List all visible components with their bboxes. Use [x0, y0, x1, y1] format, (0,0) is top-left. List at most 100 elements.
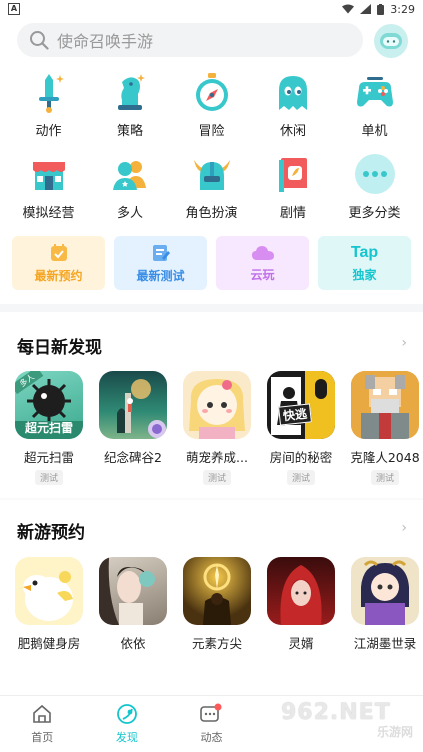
more-dots-icon — [353, 152, 397, 196]
quick-entry-cloud[interactable]: 云玩 — [216, 236, 309, 290]
status-time: 3:29 — [390, 2, 415, 16]
tab-label: 发现 — [115, 731, 138, 744]
game-card[interactable]: 萌宠养成... 测试 — [183, 371, 251, 485]
game-art — [183, 371, 251, 439]
game-art — [99, 557, 167, 625]
avatar[interactable] — [374, 24, 408, 58]
category-simulation[interactable]: 模拟经营 — [8, 152, 89, 234]
quick-entry-label: 最新测试 — [136, 268, 185, 283]
notification-a-icon: A — [8, 3, 20, 15]
category-multiplayer[interactable]: 多人 — [90, 152, 171, 234]
discover-icon — [116, 704, 137, 724]
search-row: 使命召唤手游 — [17, 22, 412, 58]
tab-home[interactable]: 首页 — [0, 696, 85, 752]
tap-logo-icon: Tap — [350, 243, 379, 261]
game-art — [267, 557, 335, 625]
sword-icon — [27, 70, 71, 114]
category-row: 模拟经营 多人 角色扮演 剧情 更多分类 — [8, 152, 415, 234]
category-label: 动作 — [35, 124, 62, 139]
game-card[interactable]: 元素方尖 — [183, 557, 251, 652]
wifi-icon — [342, 4, 355, 14]
category-label: 单机 — [361, 124, 388, 139]
quick-entry-exclusive[interactable]: Tap 独家 — [318, 236, 411, 290]
quick-entry-label: 最新预约 — [34, 268, 83, 283]
game-card[interactable]: 快逃 房间的秘密 测试 — [267, 371, 335, 485]
category-strategy[interactable]: 策略 — [90, 70, 171, 152]
game-art — [99, 371, 167, 439]
game-card[interactable]: 江湖墨世录 — [351, 557, 419, 652]
game-art — [183, 557, 251, 625]
search-icon — [30, 31, 49, 50]
game-name: 房间的秘密 — [269, 450, 333, 465]
game-card[interactable]: 多人 超元扫雷 超元扫雷 测试 — [15, 371, 83, 485]
quick-entry-test[interactable]: 最新测试 — [114, 236, 207, 290]
battery-icon — [377, 3, 385, 15]
category-adventure[interactable]: 冒险 — [171, 70, 252, 152]
category-label: 剧情 — [279, 206, 306, 221]
category-story[interactable]: 剧情 — [253, 152, 334, 234]
category-more[interactable]: 更多分类 — [334, 152, 415, 234]
reserve-game-list: 肥鹅健身房 依依 元素方尖 灵婿 江湖墨世录 — [15, 557, 423, 652]
signal-icon — [360, 4, 372, 14]
game-art — [15, 557, 83, 625]
game-name: 萌宠养成... — [186, 450, 248, 465]
game-name: 江湖墨世录 — [353, 636, 417, 651]
category-label: 休闲 — [279, 124, 306, 139]
watermark-sub: 乐游网 — [376, 725, 413, 739]
game-card[interactable]: 依依 — [99, 557, 167, 652]
ghost-icon — [271, 70, 315, 114]
category-label: 冒险 — [198, 124, 225, 139]
quick-entry-label: 云玩 — [250, 267, 275, 282]
chevron-right-icon[interactable]: › — [401, 520, 407, 536]
category-action[interactable]: 动作 — [8, 70, 89, 152]
chess-knight-icon — [108, 70, 152, 114]
game-art: 多人 超元扫雷 — [15, 371, 83, 439]
viking-helmet-icon — [190, 152, 234, 196]
game-name: 克隆人2048 — [350, 450, 420, 465]
game-tag: 测试 — [286, 470, 315, 485]
watermark-main: 962.NET — [281, 700, 391, 725]
category-grid: 动作 策略 冒险 休闲 单机 模拟经营 多人 角色扮演 剧情 更多分类 — [8, 70, 415, 234]
category-label: 策略 — [116, 124, 143, 139]
compass-icon — [190, 70, 234, 114]
game-card[interactable]: 肥鹅健身房 — [15, 557, 83, 652]
chevron-right-icon[interactable]: › — [401, 335, 407, 351]
section-divider — [0, 498, 423, 500]
status-right: 3:29 — [342, 3, 415, 16]
search-input[interactable]: 使命召唤手游 — [17, 23, 363, 57]
game-name: 依依 — [120, 636, 146, 651]
search-placeholder: 使命召唤手游 — [57, 32, 154, 51]
quick-entry-row: 最新预约 最新测试 云玩 Tap 独家 — [12, 236, 411, 290]
category-label: 更多分类 — [348, 206, 401, 221]
game-card[interactable]: 纪念碑谷2 — [99, 371, 167, 485]
category-rpg[interactable]: 角色扮演 — [171, 152, 252, 234]
section-divider — [0, 304, 423, 312]
daily-game-list: 多人 超元扫雷 超元扫雷 测试 纪念碑谷2 萌宠养成... 测试 快逃 房间的秘… — [15, 371, 423, 485]
game-card[interactable]: 克隆人2048 测试 — [350, 371, 420, 485]
tab-discover[interactable]: 发现 — [85, 696, 170, 752]
tab-label: 动态 — [200, 731, 223, 744]
shop-icon — [27, 152, 71, 196]
game-tag: 测试 — [34, 470, 63, 485]
tab-feed[interactable]: 动态 — [169, 696, 254, 752]
game-art — [351, 371, 419, 439]
game-tag: 测试 — [202, 470, 231, 485]
edit-doc-icon — [152, 244, 170, 261]
home-icon — [33, 704, 52, 723]
quick-entry-reserve[interactable]: 最新预约 — [12, 236, 105, 290]
category-label: 多人 — [116, 206, 143, 221]
category-casual[interactable]: 休闲 — [253, 70, 334, 152]
game-name: 纪念碑谷2 — [104, 450, 162, 465]
section-title-daily: 每日新发现 — [17, 338, 102, 358]
game-card[interactable]: 灵婿 — [267, 557, 335, 652]
game-name: 超元扫雷 — [23, 450, 74, 465]
message-icon — [200, 703, 222, 722]
category-single[interactable]: 单机 — [334, 70, 415, 152]
section-title-reserve: 新游预约 — [17, 523, 85, 543]
cloud-icon — [251, 245, 274, 260]
game-art: 快逃 — [267, 371, 335, 439]
game-name: 灵婿 — [288, 636, 314, 651]
tab-label: 首页 — [31, 731, 54, 744]
avatar-face-icon — [380, 33, 402, 49]
game-art-title: 超元扫雷 — [24, 421, 73, 435]
